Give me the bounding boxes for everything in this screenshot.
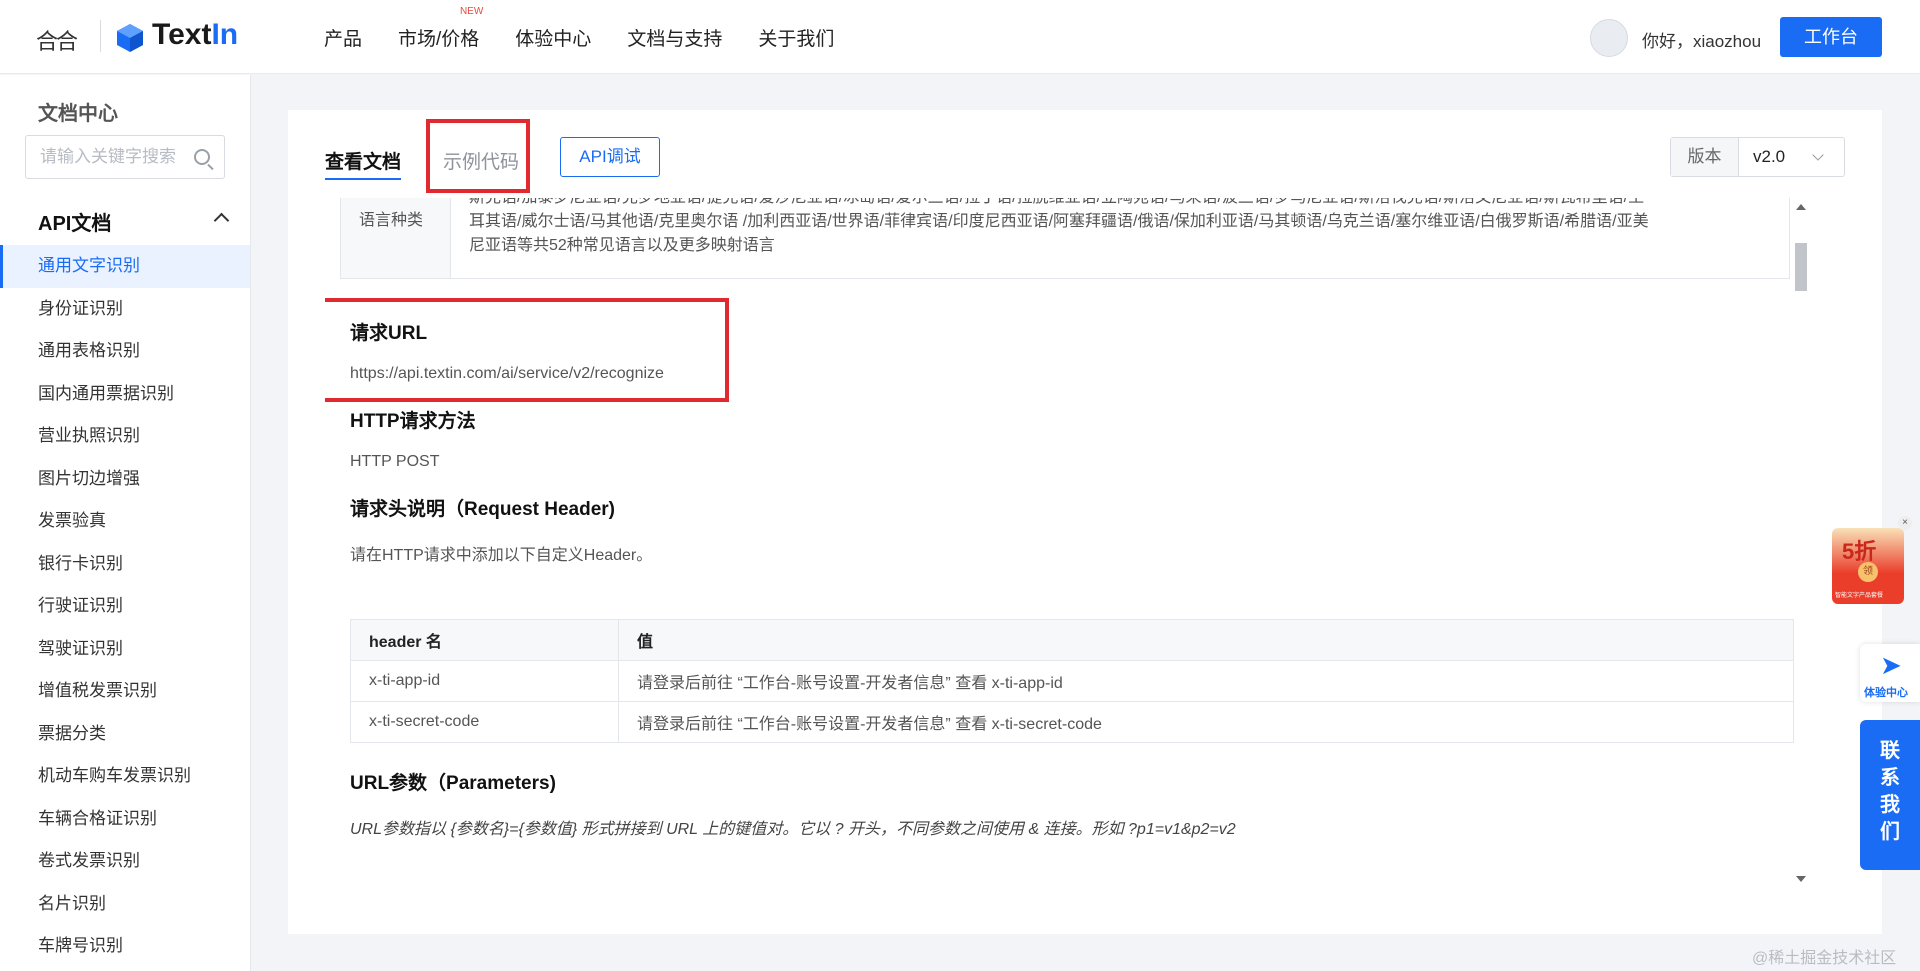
language-line: 斯克语/加泰罗尼亚语/克罗地亚语/捷克语/爱沙尼亚语/冰岛语/爱尔兰语/拉丁语/… bbox=[469, 198, 1779, 210]
highlight-box-request-url bbox=[325, 298, 729, 402]
table-row: x-ti-secret-code 请登录后前往 “工作台-账号设置-开发者信息”… bbox=[350, 701, 1794, 743]
workbench-button[interactable]: 工作台 bbox=[1780, 17, 1882, 57]
doc-content: 语言种类 斯克语/加泰罗尼亚语/克罗地亚语/捷克语/爱沙尼亚语/冰岛语/爱尔兰语… bbox=[325, 198, 1865, 900]
doc-scrollbar[interactable] bbox=[1793, 198, 1809, 888]
discount-promo-widget[interactable]: 5折 领 智能文字产品套餐 × bbox=[1832, 516, 1912, 604]
sidebar-item-vehicle-certificate[interactable]: 车辆合格证识别 bbox=[0, 798, 250, 841]
sidebar-title: 文档中心 bbox=[38, 103, 118, 125]
promo-caption: 智能文字产品套餐 bbox=[1835, 593, 1884, 599]
search-input[interactable] bbox=[26, 136, 186, 178]
sidebar-item-image-crop[interactable]: 图片切边增强 bbox=[0, 458, 250, 501]
sidebar-item-business-license[interactable]: 营业执照识别 bbox=[0, 415, 250, 458]
column-header: header 名 bbox=[350, 619, 619, 661]
http-method-title: HTTP请求方法 bbox=[350, 411, 476, 432]
contact-char: 们 bbox=[1880, 821, 1900, 843]
language-line: 尼亚语等共52种常见语言以及更多映射语言 bbox=[469, 237, 775, 254]
sidebar-item-license-plate[interactable]: 车牌号识别 bbox=[0, 925, 250, 968]
nav-market-pricing[interactable]: 市场/价格 NEW bbox=[398, 6, 483, 51]
sidebar-item-vehicle-purchase-invoice[interactable]: 机动车购车发票识别 bbox=[0, 755, 250, 798]
scroll-down-arrow-icon[interactable] bbox=[1796, 876, 1806, 882]
brand-prefix: Text bbox=[152, 18, 212, 51]
new-badge: NEW bbox=[459, 6, 484, 17]
avatar[interactable] bbox=[1590, 19, 1628, 57]
sidebar-search bbox=[25, 135, 225, 179]
url-params-title: URL参数（Parameters) bbox=[350, 773, 556, 794]
sidebar-item-business-card[interactable]: 名片识别 bbox=[0, 883, 250, 926]
version-label: 版本 bbox=[1671, 138, 1739, 176]
nav-label: 文档与支持 bbox=[627, 29, 723, 50]
watermark: @稀土掘金技术社区 bbox=[1752, 950, 1897, 967]
table-header-row: header 名 值 bbox=[350, 619, 1794, 661]
sidebar-item-id-card[interactable]: 身份证识别 bbox=[0, 288, 250, 331]
textin-logo[interactable]: TextIn bbox=[152, 18, 238, 52]
promo-discount-text: 5折 bbox=[1842, 539, 1877, 564]
sidebar-item-general-table[interactable]: 通用表格识别 bbox=[0, 330, 250, 373]
experience-center-widget[interactable]: ➤ 体验中心 bbox=[1860, 644, 1920, 702]
sidebar-menu: 通用文字识别 身份证识别 通用表格识别 国内通用票据识别 营业执照识别 图片切边… bbox=[0, 245, 250, 968]
table-cell: x-ti-app-id bbox=[350, 660, 619, 702]
language-list: 斯克语/加泰罗尼亚语/克罗地亚语/捷克语/爱沙尼亚语/冰岛语/爱尔兰语/拉丁语/… bbox=[469, 198, 1779, 258]
sidebar-item-general-ocr[interactable]: 通用文字识别 bbox=[0, 245, 250, 288]
intsig-logo[interactable]: 合合 bbox=[36, 24, 88, 54]
top-navbar: 合合 TextIn 产品 市场/价格 NEW 体验中心 文档与支持 关于我们 你好… bbox=[0, 0, 1920, 74]
promo-coin-icon: 领 bbox=[1858, 562, 1878, 582]
scroll-up-arrow-icon[interactable] bbox=[1796, 204, 1806, 210]
language-label: 语言种类 bbox=[341, 198, 451, 278]
highlight-box-sample-code bbox=[426, 119, 530, 193]
url-params-desc: URL参数指以 {参数名}={参数值} 形式拼接到 URL 上的键值对。它以 ?… bbox=[350, 821, 1236, 838]
http-method-value: HTTP POST bbox=[350, 453, 440, 470]
sidebar-item-vat-invoice[interactable]: 增值税发票识别 bbox=[0, 670, 250, 713]
table-cell: x-ti-secret-code bbox=[350, 701, 619, 743]
user-greeting[interactable]: 你好，xiaozhou bbox=[1642, 27, 1761, 52]
textin-cube-icon bbox=[117, 24, 143, 52]
table-cell: 请登录后前往 “工作台-账号设置-开发者信息” 查看 x-ti-secret-c… bbox=[618, 701, 1794, 743]
doc-card: 查看文档 示例代码 API调试 版本 v2.0 语言种类 斯克语/加泰罗尼亚语/… bbox=[288, 110, 1882, 934]
chevron-up-icon[interactable] bbox=[213, 212, 230, 229]
contact-us-button[interactable]: 联 系 我 们 bbox=[1860, 720, 1920, 870]
main-nav: 产品 市场/价格 NEW 体验中心 文档与支持 关于我们 bbox=[324, 6, 834, 51]
nav-label: 关于我们 bbox=[758, 29, 835, 50]
table-cell: 请登录后前往 “工作台-账号设置-开发者信息” 查看 x-ti-app-id bbox=[618, 660, 1794, 702]
language-line: 耳其语/威尔士语/马其他语/克里奥尔语 /加利西亚语/世界语/菲律宾语/印度尼西… bbox=[469, 213, 1649, 230]
api-docs-section[interactable]: API文档 bbox=[38, 207, 111, 236]
brand-suffix: In bbox=[211, 18, 239, 51]
sidebar-item-invoice-verify[interactable]: 发票验真 bbox=[0, 500, 250, 543]
nav-label: 体验中心 bbox=[515, 29, 592, 50]
paper-plane-icon: ➤ bbox=[1880, 650, 1902, 680]
column-header: 值 bbox=[618, 619, 1794, 661]
experience-center-label: 体验中心 bbox=[1864, 687, 1908, 699]
request-header-title: 请求头说明（Request Header) bbox=[350, 499, 615, 520]
version-select[interactable]: 版本 v2.0 bbox=[1670, 137, 1845, 177]
sidebar-item-domestic-receipt[interactable]: 国内通用票据识别 bbox=[0, 373, 250, 416]
close-icon[interactable]: × bbox=[1898, 516, 1912, 530]
nav-about-us[interactable]: 关于我们 bbox=[758, 24, 834, 51]
contact-char: 系 bbox=[1880, 767, 1900, 789]
scroll-thumb[interactable] bbox=[1795, 243, 1807, 291]
nav-docs-support[interactable]: 文档与支持 bbox=[627, 24, 722, 51]
chevron-down-icon bbox=[1812, 149, 1824, 161]
version-value: v2.0 bbox=[1753, 147, 1786, 166]
search-icon[interactable] bbox=[194, 149, 210, 165]
tab-view-docs[interactable]: 查看文档 bbox=[325, 147, 402, 180]
sidebar-item-bank-card[interactable]: 银行卡识别 bbox=[0, 543, 250, 586]
sidebar-item-roll-invoice[interactable]: 卷式发票识别 bbox=[0, 840, 250, 883]
nav-label: 产品 bbox=[324, 29, 363, 50]
request-header-table: header 名 值 x-ti-app-id 请登录后前往 “工作台-账号设置-… bbox=[350, 619, 1794, 743]
logo-divider bbox=[100, 20, 101, 52]
request-header-desc: 请在HTTP请求中添加以下自定义Header。 bbox=[350, 547, 653, 564]
api-debug-button[interactable]: API调试 bbox=[560, 137, 660, 177]
nav-label: 市场/价格 bbox=[398, 29, 480, 50]
nav-products[interactable]: 产品 bbox=[324, 24, 362, 51]
nav-experience-center[interactable]: 体验中心 bbox=[515, 24, 591, 51]
sidebar-item-receipt-classify[interactable]: 票据分类 bbox=[0, 713, 250, 756]
sidebar-item-vehicle-license[interactable]: 行驶证识别 bbox=[0, 585, 250, 628]
table-row: x-ti-app-id 请登录后前往 “工作台-账号设置-开发者信息” 查看 x… bbox=[350, 660, 1794, 702]
sidebar-item-driver-license[interactable]: 驾驶证识别 bbox=[0, 628, 250, 671]
contact-char: 联 bbox=[1880, 740, 1900, 762]
docs-sidebar: 文档中心 API文档 通用文字识别 身份证识别 通用表格识别 国内通用票据识别 … bbox=[0, 75, 251, 971]
language-table: 语言种类 斯克语/加泰罗尼亚语/克罗地亚语/捷克语/爱沙尼亚语/冰岛语/爱尔兰语… bbox=[340, 198, 1790, 279]
contact-char: 我 bbox=[1880, 794, 1900, 816]
